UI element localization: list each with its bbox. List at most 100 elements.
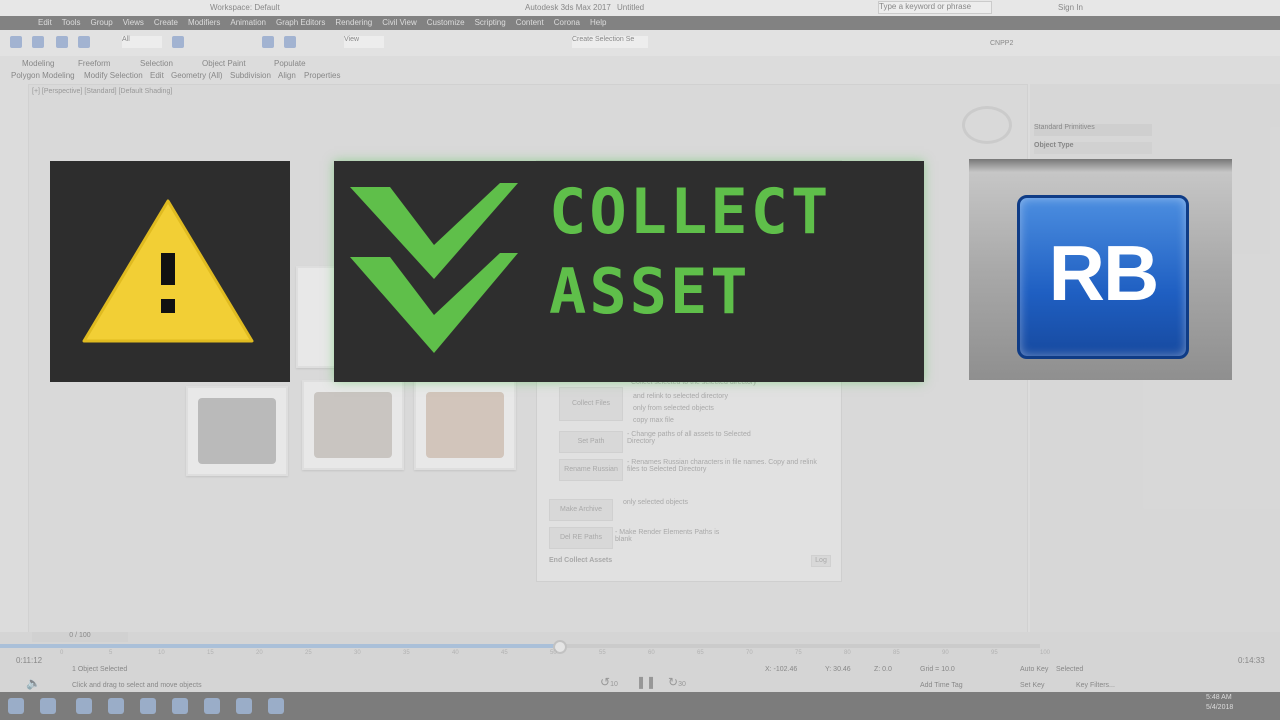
reference-coord[interactable]: View xyxy=(344,36,384,48)
menu-item-edit[interactable]: Edit xyxy=(38,16,62,30)
key-filters-button[interactable]: Key Filters... xyxy=(1076,682,1115,689)
timeline-tick: 75 xyxy=(795,650,802,656)
coord-y[interactable]: Y: 30.46 xyxy=(825,666,851,673)
menu-item-help[interactable]: Help xyxy=(590,16,616,30)
named-selection[interactable]: Create Selection Se xyxy=(572,36,648,48)
frame-counter[interactable]: 0 / 100 xyxy=(32,632,128,642)
object-type-rollout[interactable]: Object Type xyxy=(1034,142,1152,154)
timeline-tick: 45 xyxy=(501,650,508,656)
ribbon-sub-geometry[interactable]: Geometry (All) xyxy=(171,71,223,80)
viewport-label[interactable]: [+] [Perspective] [Standard] [Default Sh… xyxy=(32,88,172,95)
volume-icon[interactable]: 🔈 xyxy=(26,676,41,690)
menu-item-civil-view[interactable]: Civil View xyxy=(382,16,427,30)
skip-forward-icon[interactable]: ↻30 xyxy=(668,675,686,689)
ribbon-tab-object-paint[interactable]: Object Paint xyxy=(202,59,246,68)
set-path-button[interactable]: Set Path xyxy=(559,431,623,453)
task-view-icon[interactable] xyxy=(76,698,92,714)
search-input[interactable]: Type a keyword or phrase xyxy=(878,1,992,14)
pause-icon[interactable]: ❚❚ xyxy=(636,675,656,689)
folder-icon[interactable] xyxy=(140,698,156,714)
main-toolbar: All View Create Selection Se CNPP2 X Y Z… xyxy=(0,30,1280,80)
make-archive-button[interactable]: Make Archive xyxy=(549,499,613,521)
ribbon-tab-freeform[interactable]: Freeform xyxy=(78,59,110,68)
menu-item-modifiers[interactable]: Modifiers xyxy=(188,16,230,30)
menu-bar: Edit Tools Group Views Create Modifiers Animat… xyxy=(0,16,1280,30)
timeline-tick: 10 xyxy=(158,650,165,656)
primitive-dropdown[interactable]: Standard Primitives xyxy=(1034,124,1152,136)
ribbon-sub-modify[interactable]: Modify Selection xyxy=(84,71,143,80)
menu-item-tools[interactable]: Tools xyxy=(62,16,91,30)
texture-thumbnail[interactable] xyxy=(186,386,288,476)
collect-files-button[interactable]: Collect Files xyxy=(559,387,623,421)
option-relink[interactable]: and relink to selected directory xyxy=(633,393,728,400)
search-icon[interactable] xyxy=(40,698,56,714)
timeline-tick: 35 xyxy=(403,650,410,656)
rename-russian-button[interactable]: Rename Russian xyxy=(559,459,623,481)
mail-icon[interactable] xyxy=(204,698,220,714)
ribbon-sub-polygon[interactable]: Polygon Modeling xyxy=(11,71,75,80)
timeline-tick: 15 xyxy=(207,650,214,656)
menu-item-graph-editors[interactable]: Graph Editors xyxy=(276,16,335,30)
menu-item-views[interactable]: Views xyxy=(123,16,154,30)
set-path-desc: - Change paths of all assets to Selected… xyxy=(627,431,751,445)
unlink-icon[interactable] xyxy=(78,36,90,48)
menu-item-corona[interactable]: Corona xyxy=(554,16,590,30)
rb-logo-text: RB xyxy=(1048,229,1160,317)
key-mode-selected[interactable]: Selected xyxy=(1056,666,1083,673)
chrome-icon[interactable] xyxy=(236,698,252,714)
ribbon-tab-populate[interactable]: Populate xyxy=(274,59,306,68)
redo-icon[interactable] xyxy=(32,36,44,48)
link-icon[interactable] xyxy=(56,36,68,48)
viewcube-icon[interactable] xyxy=(962,106,1012,144)
ribbon-sub-properties[interactable]: Properties xyxy=(304,71,340,80)
select-object-icon[interactable] xyxy=(172,36,184,48)
selection-filter[interactable]: All xyxy=(122,36,162,48)
texture-thumbnail[interactable] xyxy=(414,380,516,470)
undo-icon[interactable] xyxy=(10,36,22,48)
timeline-tick: 90 xyxy=(942,650,949,656)
coord-x[interactable]: X: -102.46 xyxy=(765,666,797,673)
menu-item-group[interactable]: Group xyxy=(90,16,122,30)
edge-icon[interactable] xyxy=(108,698,124,714)
auto-key-button[interactable]: Auto Key xyxy=(1020,666,1048,673)
texture-thumbnail[interactable] xyxy=(302,380,404,470)
menu-item-animation[interactable]: Animation xyxy=(230,16,276,30)
menu-item-scripting[interactable]: Scripting xyxy=(475,16,516,30)
log-button[interactable]: Log xyxy=(811,555,831,567)
ribbon-tab-selection[interactable]: Selection xyxy=(140,59,173,68)
timeline-tick: 85 xyxy=(893,650,900,656)
menu-item-rendering[interactable]: Rendering xyxy=(335,16,382,30)
taskbar-time: 5:48 AM xyxy=(1206,694,1232,701)
delete-re-paths-button[interactable]: Del RE Paths xyxy=(549,527,613,549)
double-chevron-check-icon xyxy=(350,183,518,353)
timeline-tick: 40 xyxy=(452,650,459,656)
option-copy-max[interactable]: copy max file xyxy=(633,417,674,424)
option-archive-selected[interactable]: only selected objects xyxy=(623,499,688,506)
set-key-button[interactable]: Set Key xyxy=(1020,682,1045,689)
ribbon-sub-align[interactable]: Align xyxy=(278,71,296,80)
rotate-icon[interactable] xyxy=(284,36,296,48)
timeline-tick: 5 xyxy=(109,650,113,656)
option-only-selected[interactable]: only from selected objects xyxy=(633,405,714,412)
firefox-icon[interactable] xyxy=(268,698,284,714)
start-icon[interactable] xyxy=(8,698,24,714)
add-time-tag[interactable]: Add Time Tag xyxy=(920,682,963,689)
skip-back-icon[interactable]: ↺10 xyxy=(600,675,618,689)
menu-item-content[interactable]: Content xyxy=(516,16,554,30)
sign-in-link[interactable]: Sign In xyxy=(1058,3,1083,12)
workspace-selector[interactable]: Workspace: Default xyxy=(210,3,280,12)
rename-desc: - Renames Russian characters in file nam… xyxy=(627,459,817,473)
ribbon-tab-modeling[interactable]: Modeling xyxy=(22,59,54,68)
menu-item-customize[interactable]: Customize xyxy=(427,16,475,30)
menu-item-create[interactable]: Create xyxy=(154,16,188,30)
dialog-footer: End Collect Assets xyxy=(549,557,613,564)
coord-z[interactable]: Z: 0.0 xyxy=(874,666,892,673)
ribbon-sub-subdivision[interactable]: Subdivision xyxy=(230,71,271,80)
rb-logo: RB xyxy=(1017,195,1189,359)
status-hint: Click and drag to select and move object… xyxy=(72,682,202,689)
store-icon[interactable] xyxy=(172,698,188,714)
ribbon-sub-edit[interactable]: Edit xyxy=(150,71,164,80)
document-title: Untitled xyxy=(617,3,645,12)
move-icon[interactable] xyxy=(262,36,274,48)
time-ruler: 0 5 10 15 20 25 30 35 40 45 50 55 60 65 70 75 80 85 90 95 10… xyxy=(60,650,1050,660)
